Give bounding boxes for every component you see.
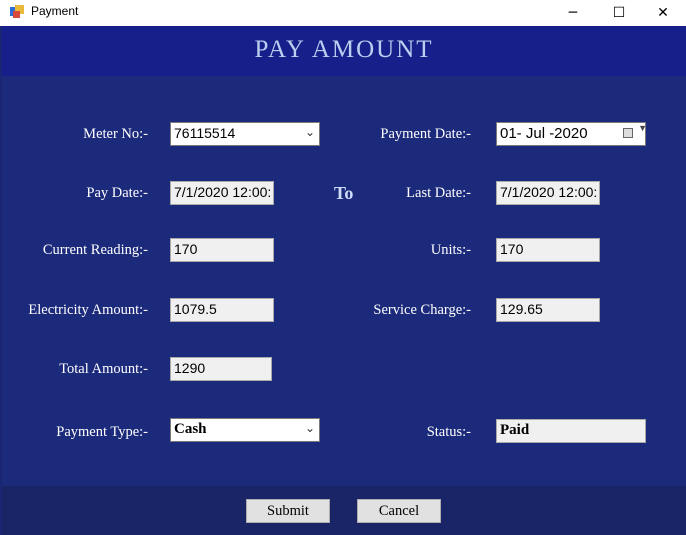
meter-no-combobox[interactable]: 76115514 ⌄	[170, 122, 320, 146]
units-field[interactable]: 170	[496, 238, 600, 262]
payment-type-combobox[interactable]: Cash ⌄	[170, 418, 320, 442]
cancel-button[interactable]: Cancel	[357, 499, 441, 523]
service-charge-label: Service Charge:-	[373, 302, 471, 318]
current-reading-field[interactable]: 170	[170, 238, 274, 262]
minimize-button[interactable]: ─	[550, 0, 596, 26]
meter-no-value: 76115514	[174, 125, 236, 141]
chevron-down-icon[interactable]: ⌄	[305, 125, 315, 139]
payment-date-label: Payment Date:-	[380, 126, 471, 142]
last-date-field[interactable]: 7/1/2020 12:00:	[496, 181, 600, 205]
close-button[interactable]: ✕	[640, 0, 686, 26]
calendar-icon[interactable]	[623, 128, 633, 138]
electricity-amount-field[interactable]: 1079.5	[170, 298, 274, 322]
dropdown-arrow-icon[interactable]: ▼	[638, 123, 647, 133]
to-label: To	[334, 183, 354, 203]
status-field[interactable]: Paid	[496, 419, 646, 443]
payment-date-picker[interactable]: 01- Jul -2020 ▼	[496, 122, 647, 146]
page-title: PAY AMOUNT	[254, 36, 434, 63]
pay-date-field[interactable]: 7/1/2020 12:00:	[170, 181, 274, 205]
pay-date-label: Pay Date:-	[86, 185, 148, 201]
submit-button[interactable]: Submit	[246, 499, 330, 523]
maximize-button[interactable]: ☐	[596, 0, 642, 26]
total-amount-label: Total Amount:-	[59, 361, 148, 377]
total-amount-field[interactable]: 1290	[170, 357, 272, 381]
window-title: Payment	[31, 4, 79, 18]
electricity-amount-label: Electricity Amount:-	[28, 302, 148, 318]
service-charge-field[interactable]: 129.65	[496, 298, 600, 322]
meter-no-label: Meter No:-	[83, 126, 148, 142]
payment-type-label: Payment Type:-	[56, 424, 148, 440]
units-label: Units:-	[430, 242, 471, 258]
chevron-down-icon[interactable]: ⌄	[305, 421, 315, 436]
header-banner: PAY AMOUNT	[2, 26, 686, 76]
current-reading-label: Current Reading:-	[42, 242, 148, 258]
form-app-icon	[10, 5, 24, 18]
footer-bar	[2, 486, 686, 535]
payment-date-value: 01- Jul -2020	[500, 125, 588, 142]
status-label: Status:-	[426, 424, 471, 440]
payment-type-value: Cash	[174, 421, 207, 437]
window-titlebar: Payment ─ ☐ ✕	[0, 0, 686, 26]
last-date-label: Last Date:-	[406, 185, 471, 201]
